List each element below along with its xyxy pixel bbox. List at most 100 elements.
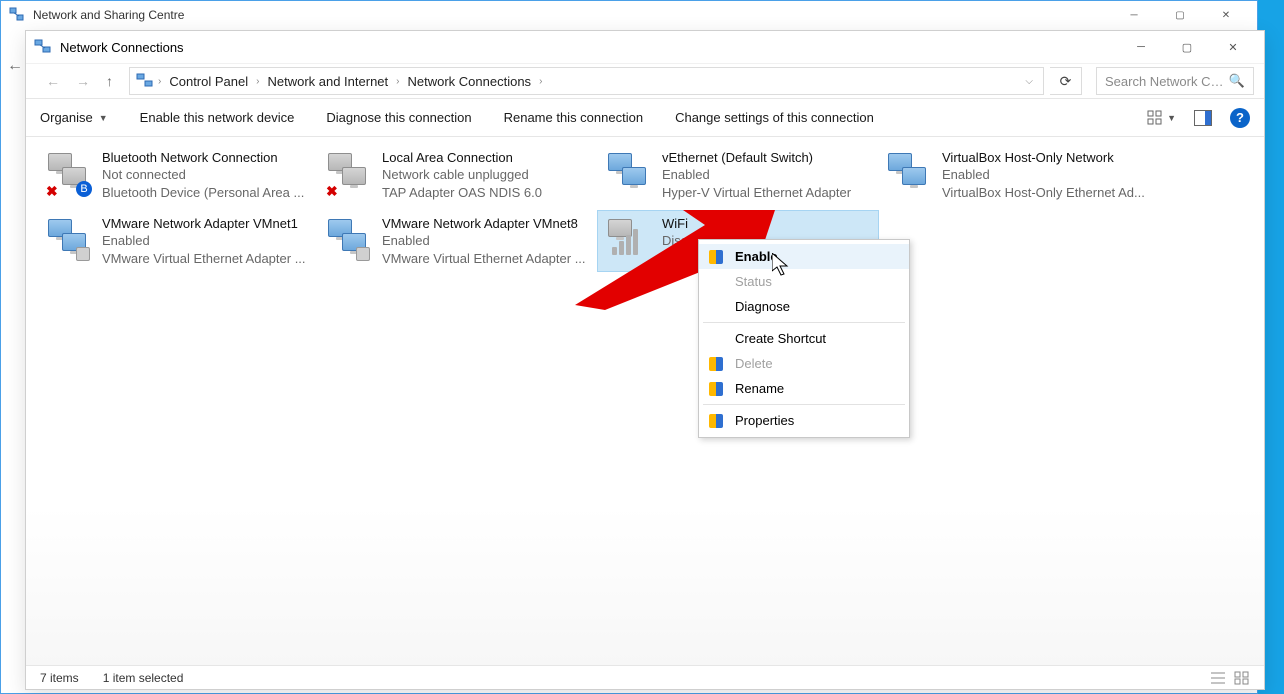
nav-up-icon[interactable]: ↑ bbox=[106, 73, 113, 89]
network-connections-icon bbox=[34, 38, 52, 56]
breadcrumb-root-icon bbox=[136, 72, 154, 90]
connection-name: WiFi bbox=[662, 215, 721, 232]
address-bar-row: ← → ↑ › Control Panel › Network and Inte… bbox=[26, 63, 1264, 99]
view-mode-button[interactable]: ▼ bbox=[1147, 110, 1176, 126]
status-selection-count: 1 item selected bbox=[103, 671, 184, 685]
disabled-x-icon: ✖ bbox=[326, 183, 340, 197]
connection-item[interactable]: VMware Network Adapter VMnet1 Enabled VM… bbox=[38, 211, 318, 271]
adapter-badge-icon bbox=[76, 247, 90, 261]
toolbar-right-icons: ▼ ? bbox=[1147, 108, 1250, 128]
inner-window-controls: ─ ▢ ✕ bbox=[1118, 32, 1256, 62]
inner-window-title: Network Connections bbox=[60, 40, 1118, 55]
network-adapter-icon bbox=[44, 215, 92, 263]
disabled-x-icon: ✖ bbox=[46, 183, 60, 197]
wifi-adapter-icon bbox=[604, 215, 652, 263]
network-adapter-icon: ✖ B bbox=[44, 149, 92, 197]
outer-titlebar[interactable]: Network and Sharing Centre ─ ▢ ✕ bbox=[1, 1, 1257, 29]
organise-button[interactable]: Organise ▼ bbox=[40, 110, 108, 125]
search-placeholder: Search Network Con... bbox=[1105, 74, 1225, 89]
connection-name: VMware Network Adapter VMnet8 bbox=[382, 215, 586, 232]
connection-name: Local Area Connection bbox=[382, 149, 542, 166]
breadcrumb-sep-icon[interactable]: › bbox=[396, 76, 399, 87]
status-bar: 7 items 1 item selected bbox=[26, 665, 1264, 689]
context-properties-label: Properties bbox=[735, 413, 794, 428]
connection-status: Enabled bbox=[102, 232, 306, 249]
connection-status: Network cable unplugged bbox=[382, 166, 542, 183]
context-diagnose-label: Diagnose bbox=[735, 299, 790, 314]
connection-item[interactable]: VMware Network Adapter VMnet8 Enabled VM… bbox=[318, 211, 598, 271]
connections-list: ✖ B Bluetooth Network Connection Not con… bbox=[26, 137, 1264, 665]
context-menu: Enable Status Diagnose Create Shortcut D… bbox=[698, 239, 910, 438]
network-adapter-icon bbox=[324, 215, 372, 263]
search-input[interactable]: Search Network Con... 🔍 bbox=[1096, 67, 1254, 95]
nav-arrows: ← → ↑ bbox=[36, 73, 123, 89]
network-adapter-icon bbox=[884, 149, 932, 197]
refresh-button[interactable]: ⟳ bbox=[1050, 67, 1082, 95]
back-arrow-icon[interactable]: ← bbox=[7, 57, 23, 75]
rename-connection-button[interactable]: Rename this connection bbox=[504, 110, 643, 125]
breadcrumb-network-connections[interactable]: Network Connections bbox=[404, 72, 536, 91]
connection-item[interactable]: VirtualBox Host-Only Network Enabled Vir… bbox=[878, 145, 1158, 205]
connection-status: Enabled bbox=[942, 166, 1145, 183]
search-icon: 🔍 bbox=[1229, 73, 1245, 89]
nav-forward-icon[interactable]: → bbox=[76, 73, 90, 89]
close-button[interactable]: ✕ bbox=[1203, 1, 1249, 29]
shield-icon bbox=[709, 357, 723, 371]
breadcrumb-network-internet[interactable]: Network and Internet bbox=[263, 72, 392, 91]
breadcrumb-sep-icon[interactable]: › bbox=[256, 76, 259, 87]
inner-titlebar[interactable]: Network Connections ─ ▢ ✕ bbox=[26, 31, 1264, 63]
minimize-button[interactable]: ─ bbox=[1118, 32, 1164, 62]
status-item-count: 7 items bbox=[40, 671, 79, 685]
context-delete: Delete bbox=[699, 351, 909, 376]
diagnose-connection-button[interactable]: Diagnose this connection bbox=[326, 110, 471, 125]
connection-name: VMware Network Adapter VMnet1 bbox=[102, 215, 306, 232]
nav-back-icon[interactable]: ← bbox=[46, 73, 60, 89]
context-properties[interactable]: Properties bbox=[699, 408, 909, 433]
close-button[interactable]: ✕ bbox=[1210, 32, 1256, 62]
maximize-button[interactable]: ▢ bbox=[1157, 1, 1203, 29]
context-rename-label: Rename bbox=[735, 381, 784, 396]
network-adapter-icon: ✖ bbox=[324, 149, 372, 197]
maximize-button[interactable]: ▢ bbox=[1164, 32, 1210, 62]
details-view-icon[interactable] bbox=[1210, 671, 1226, 685]
caret-down-icon: ▼ bbox=[99, 113, 108, 123]
context-enable[interactable]: Enable bbox=[699, 244, 909, 269]
context-create-shortcut[interactable]: Create Shortcut bbox=[699, 326, 909, 351]
breadcrumb-sep-icon[interactable]: › bbox=[158, 76, 161, 87]
network-adapter-icon bbox=[604, 149, 652, 197]
shield-icon bbox=[709, 414, 723, 428]
breadcrumb-dropdown-icon[interactable]: ⌵ bbox=[1025, 76, 1037, 87]
change-settings-button[interactable]: Change settings of this connection bbox=[675, 110, 874, 125]
context-delete-label: Delete bbox=[735, 356, 773, 371]
context-create-shortcut-label: Create Shortcut bbox=[735, 331, 826, 346]
minimize-button[interactable]: ─ bbox=[1111, 1, 1157, 29]
organise-label: Organise bbox=[40, 110, 93, 125]
outer-window-title: Network and Sharing Centre bbox=[33, 8, 1111, 22]
context-rename[interactable]: Rename bbox=[699, 376, 909, 401]
connection-device: Hyper-V Virtual Ethernet Adapter bbox=[662, 184, 851, 201]
connection-name: Bluetooth Network Connection bbox=[102, 149, 304, 166]
context-status: Status bbox=[699, 269, 909, 294]
connection-name: VirtualBox Host-Only Network bbox=[942, 149, 1145, 166]
connection-item[interactable]: ✖ B Bluetooth Network Connection Not con… bbox=[38, 145, 318, 205]
breadcrumb-sep-icon[interactable]: › bbox=[539, 76, 542, 87]
connection-name: vEthernet (Default Switch) bbox=[662, 149, 851, 166]
connection-item[interactable]: vEthernet (Default Switch) Enabled Hyper… bbox=[598, 145, 878, 205]
help-icon[interactable]: ? bbox=[1230, 108, 1250, 128]
shield-icon bbox=[709, 382, 723, 396]
preview-pane-icon[interactable] bbox=[1194, 110, 1212, 126]
breadcrumb-control-panel[interactable]: Control Panel bbox=[165, 72, 252, 91]
shield-icon bbox=[709, 250, 723, 264]
connection-status: Enabled bbox=[382, 232, 586, 249]
breadcrumb[interactable]: › Control Panel › Network and Internet ›… bbox=[129, 67, 1044, 95]
context-status-label: Status bbox=[735, 274, 772, 289]
connection-status: Enabled bbox=[662, 166, 851, 183]
connection-device: Bluetooth Device (Personal Area ... bbox=[102, 184, 304, 201]
context-enable-label: Enable bbox=[735, 249, 778, 264]
context-diagnose[interactable]: Diagnose bbox=[699, 294, 909, 319]
large-icons-view-icon[interactable] bbox=[1234, 671, 1250, 685]
enable-device-button[interactable]: Enable this network device bbox=[140, 110, 295, 125]
network-connections-window: Network Connections ─ ▢ ✕ ← → ↑ › Contro… bbox=[25, 30, 1265, 690]
caret-down-icon: ▼ bbox=[1167, 113, 1176, 123]
connection-item[interactable]: ✖ Local Area Connection Network cable un… bbox=[318, 145, 598, 205]
